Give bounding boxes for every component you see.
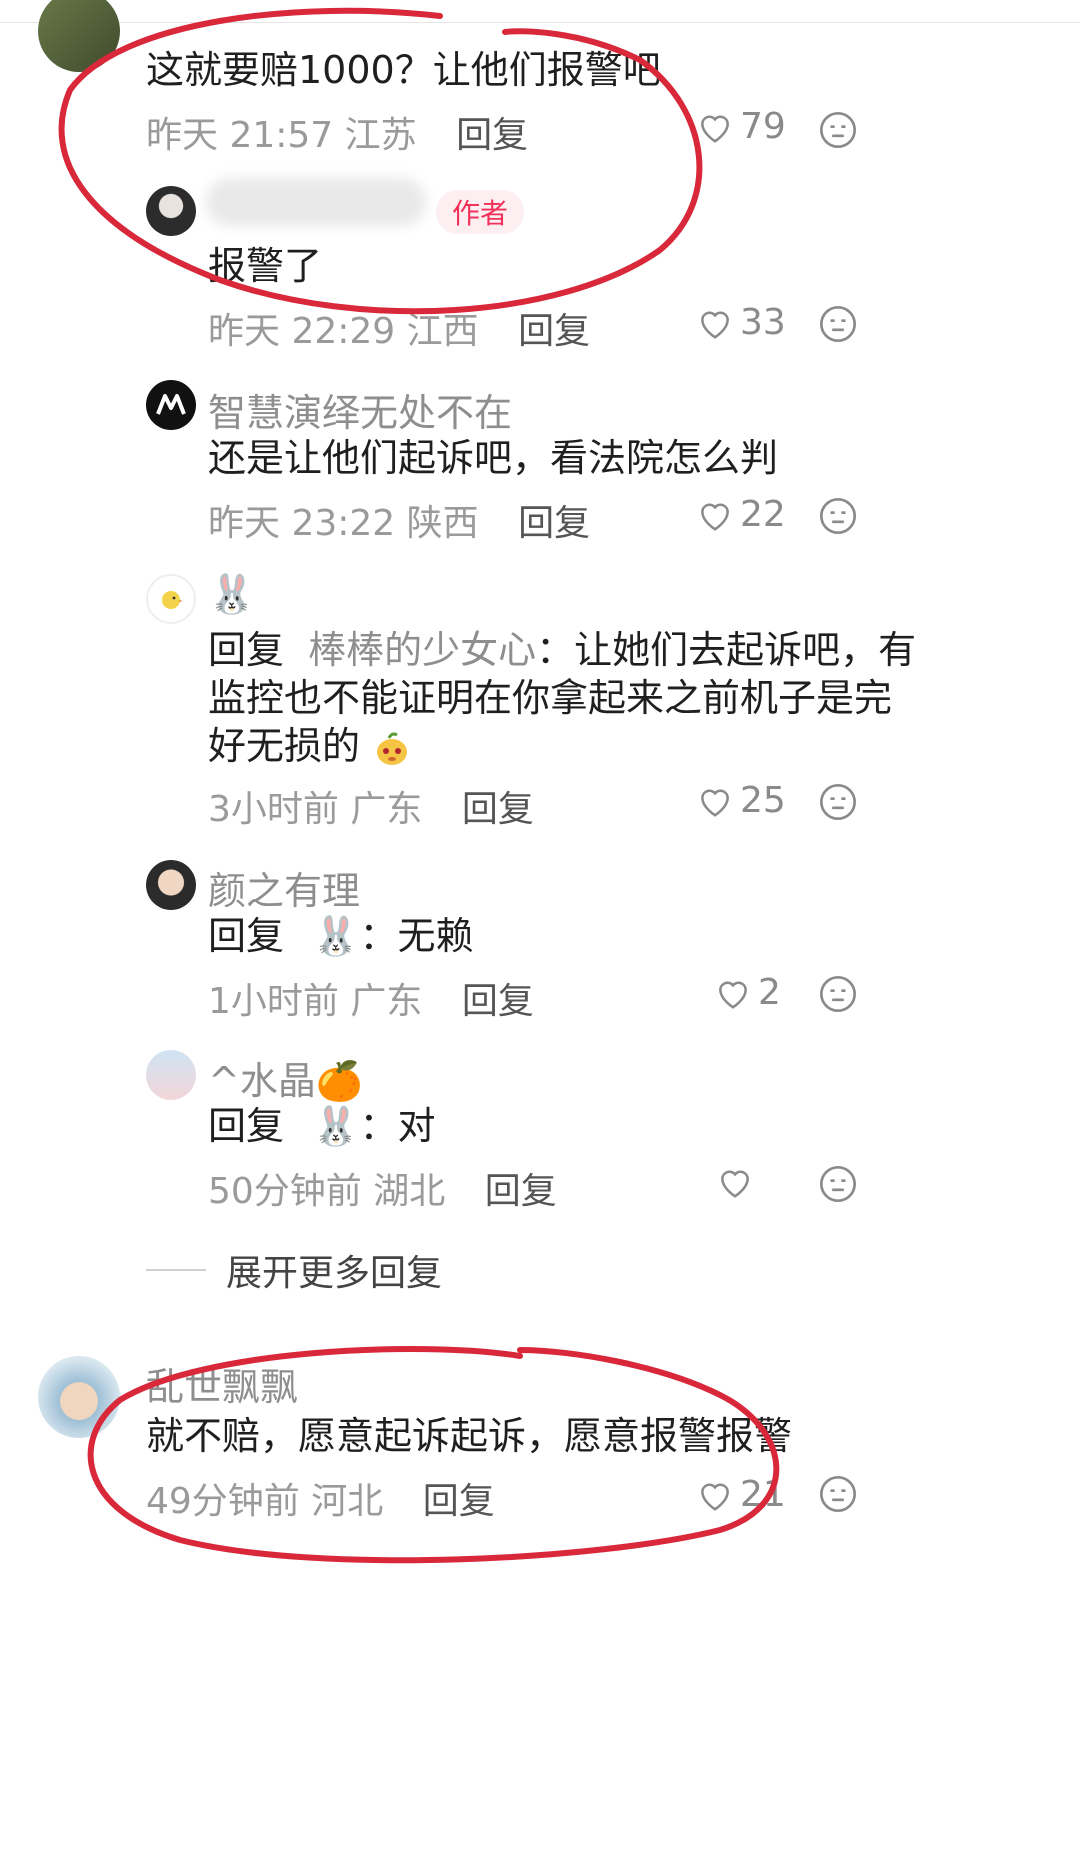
comment-time: 50分钟前 [208,1171,362,1212]
comment-meta: 昨天 23:22 陕西 回复 [208,494,590,546]
comment-text: 回复 🐰：无赖 [208,908,473,964]
expand-divider [146,1269,206,1271]
reply-target[interactable]: 🐰 [312,1104,359,1148]
reply-prefix: 回复 [208,1104,285,1148]
comment-time: 昨天 23:22 [208,503,396,544]
heart-outline-icon [721,1170,749,1198]
like-button[interactable] [716,1164,760,1200]
top-divider [0,0,1080,23]
comment-text: 回复 🐰：对 [208,1098,435,1154]
avatar[interactable] [38,0,120,72]
reply-button[interactable]: 回复 [485,1171,557,1212]
avatar[interactable] [146,860,196,910]
expand-label: 展开更多回复 [226,1253,443,1294]
like-button[interactable]: 22 [696,494,786,535]
comment-region: 江苏 [344,115,417,156]
reply-prefix: 回复 [208,914,285,958]
neutral-face-icon[interactable] [818,496,858,536]
comment-region: 河北 [311,1481,384,1522]
like-count: 25 [740,780,786,821]
comment-time: 49分钟前 [146,1481,300,1522]
comment-author[interactable]: 颜之有理 [208,860,360,915]
mango-face-emoji-icon [377,732,408,765]
comment-region: 江西 [406,311,479,352]
reply-button[interactable]: 回复 [462,789,534,830]
comment-time: 昨天 22:29 [208,311,396,352]
neutral-face-icon[interactable] [818,110,858,150]
heart-outline-icon [701,1482,729,1511]
comment-text-line: 好无损的 [208,718,412,774]
like-button[interactable]: 21 [696,1474,786,1515]
comment-author[interactable]: 智慧演绎无处不在 [208,382,512,437]
like-count: 2 [758,972,781,1013]
comment-meta: 昨天 21:57 江苏 回复 [146,106,528,158]
reply-button[interactable]: 回复 [462,981,534,1022]
avatar[interactable] [146,574,196,624]
reply-target[interactable]: 棒棒的少女心 [308,628,536,672]
heart-outline-icon [701,310,729,339]
comment-text: 还是让他们起诉吧，看法院怎么判 [208,436,779,480]
comment-author[interactable]: ^水晶🍊 [208,1050,363,1105]
neutral-face-icon[interactable] [818,974,858,1014]
neutral-face-icon[interactable] [818,304,858,344]
like-button[interactable]: 25 [696,780,786,821]
comment-time: 1小时前 [208,981,339,1022]
comment-region: 广东 [350,789,423,830]
reply-button[interactable]: 回复 [518,311,590,352]
heart-outline-icon [701,114,729,143]
expand-more-replies-button[interactable]: 展开更多回复 [146,1244,442,1296]
comment-text-part: 好无损的 [208,724,361,768]
reply-prefix: 回复 [208,628,285,672]
comment-meta: 3小时前 广东 回复 [208,780,534,832]
blurred-username [206,178,426,226]
heart-outline-icon [719,980,747,1009]
comment-text: 就不赔，愿意起诉起诉，愿意报警报警 [146,1414,793,1458]
comment-time: 昨天 21:57 [146,115,334,156]
comment-region: 广东 [350,981,423,1022]
heart-outline-icon [701,502,729,531]
like-count: 21 [740,1474,786,1515]
comment-region: 陕西 [406,503,479,544]
neutral-face-icon[interactable] [818,782,858,822]
neutral-face-icon[interactable] [818,1164,858,1204]
comment-author[interactable]: 乱世飘飘 [146,1356,298,1411]
like-button[interactable]: 33 [696,302,786,343]
comment-text: 这就要赔1000？让他们报警吧 [146,48,661,92]
reply-button[interactable]: 回复 [456,115,528,156]
comment-text-part: ：对 [359,1104,436,1148]
avatar[interactable] [146,380,196,430]
author-badge: 作者 [436,190,525,234]
like-button[interactable]: 79 [696,106,786,147]
like-count: 79 [740,106,786,147]
reply-button[interactable]: 回复 [423,1481,495,1522]
heart-outline-icon [701,788,729,817]
avatar[interactable] [146,1050,196,1100]
comment-text-part: ：让她们去起诉吧，有 [536,628,917,672]
red-circle-annotation [58,7,780,1564]
comment-author[interactable]: 🐰 [208,572,255,617]
comment-meta: 昨天 22:29 江西 回复 [208,302,590,354]
like-count: 22 [740,494,786,535]
comment-text: 报警了 [208,244,323,288]
avatar[interactable] [146,186,196,236]
reply-target[interactable]: 🐰 [312,914,359,958]
comment-text-part: ：无赖 [359,914,474,958]
chick-icon [162,591,183,609]
comment-meta: 50分钟前 湖北 回复 [208,1162,557,1214]
comment-region: 湖北 [373,1171,446,1212]
neutral-face-icon[interactable] [818,1474,858,1514]
comment-time: 3小时前 [208,789,339,830]
comment-meta: 49分钟前 河北 回复 [146,1472,495,1524]
like-count: 33 [740,302,786,343]
like-button[interactable]: 2 [714,972,781,1013]
comment-meta: 1小时前 广东 回复 [208,972,534,1024]
avatar[interactable] [38,1356,120,1438]
motorola-logo-icon [156,394,186,415]
reply-button[interactable]: 回复 [518,503,590,544]
